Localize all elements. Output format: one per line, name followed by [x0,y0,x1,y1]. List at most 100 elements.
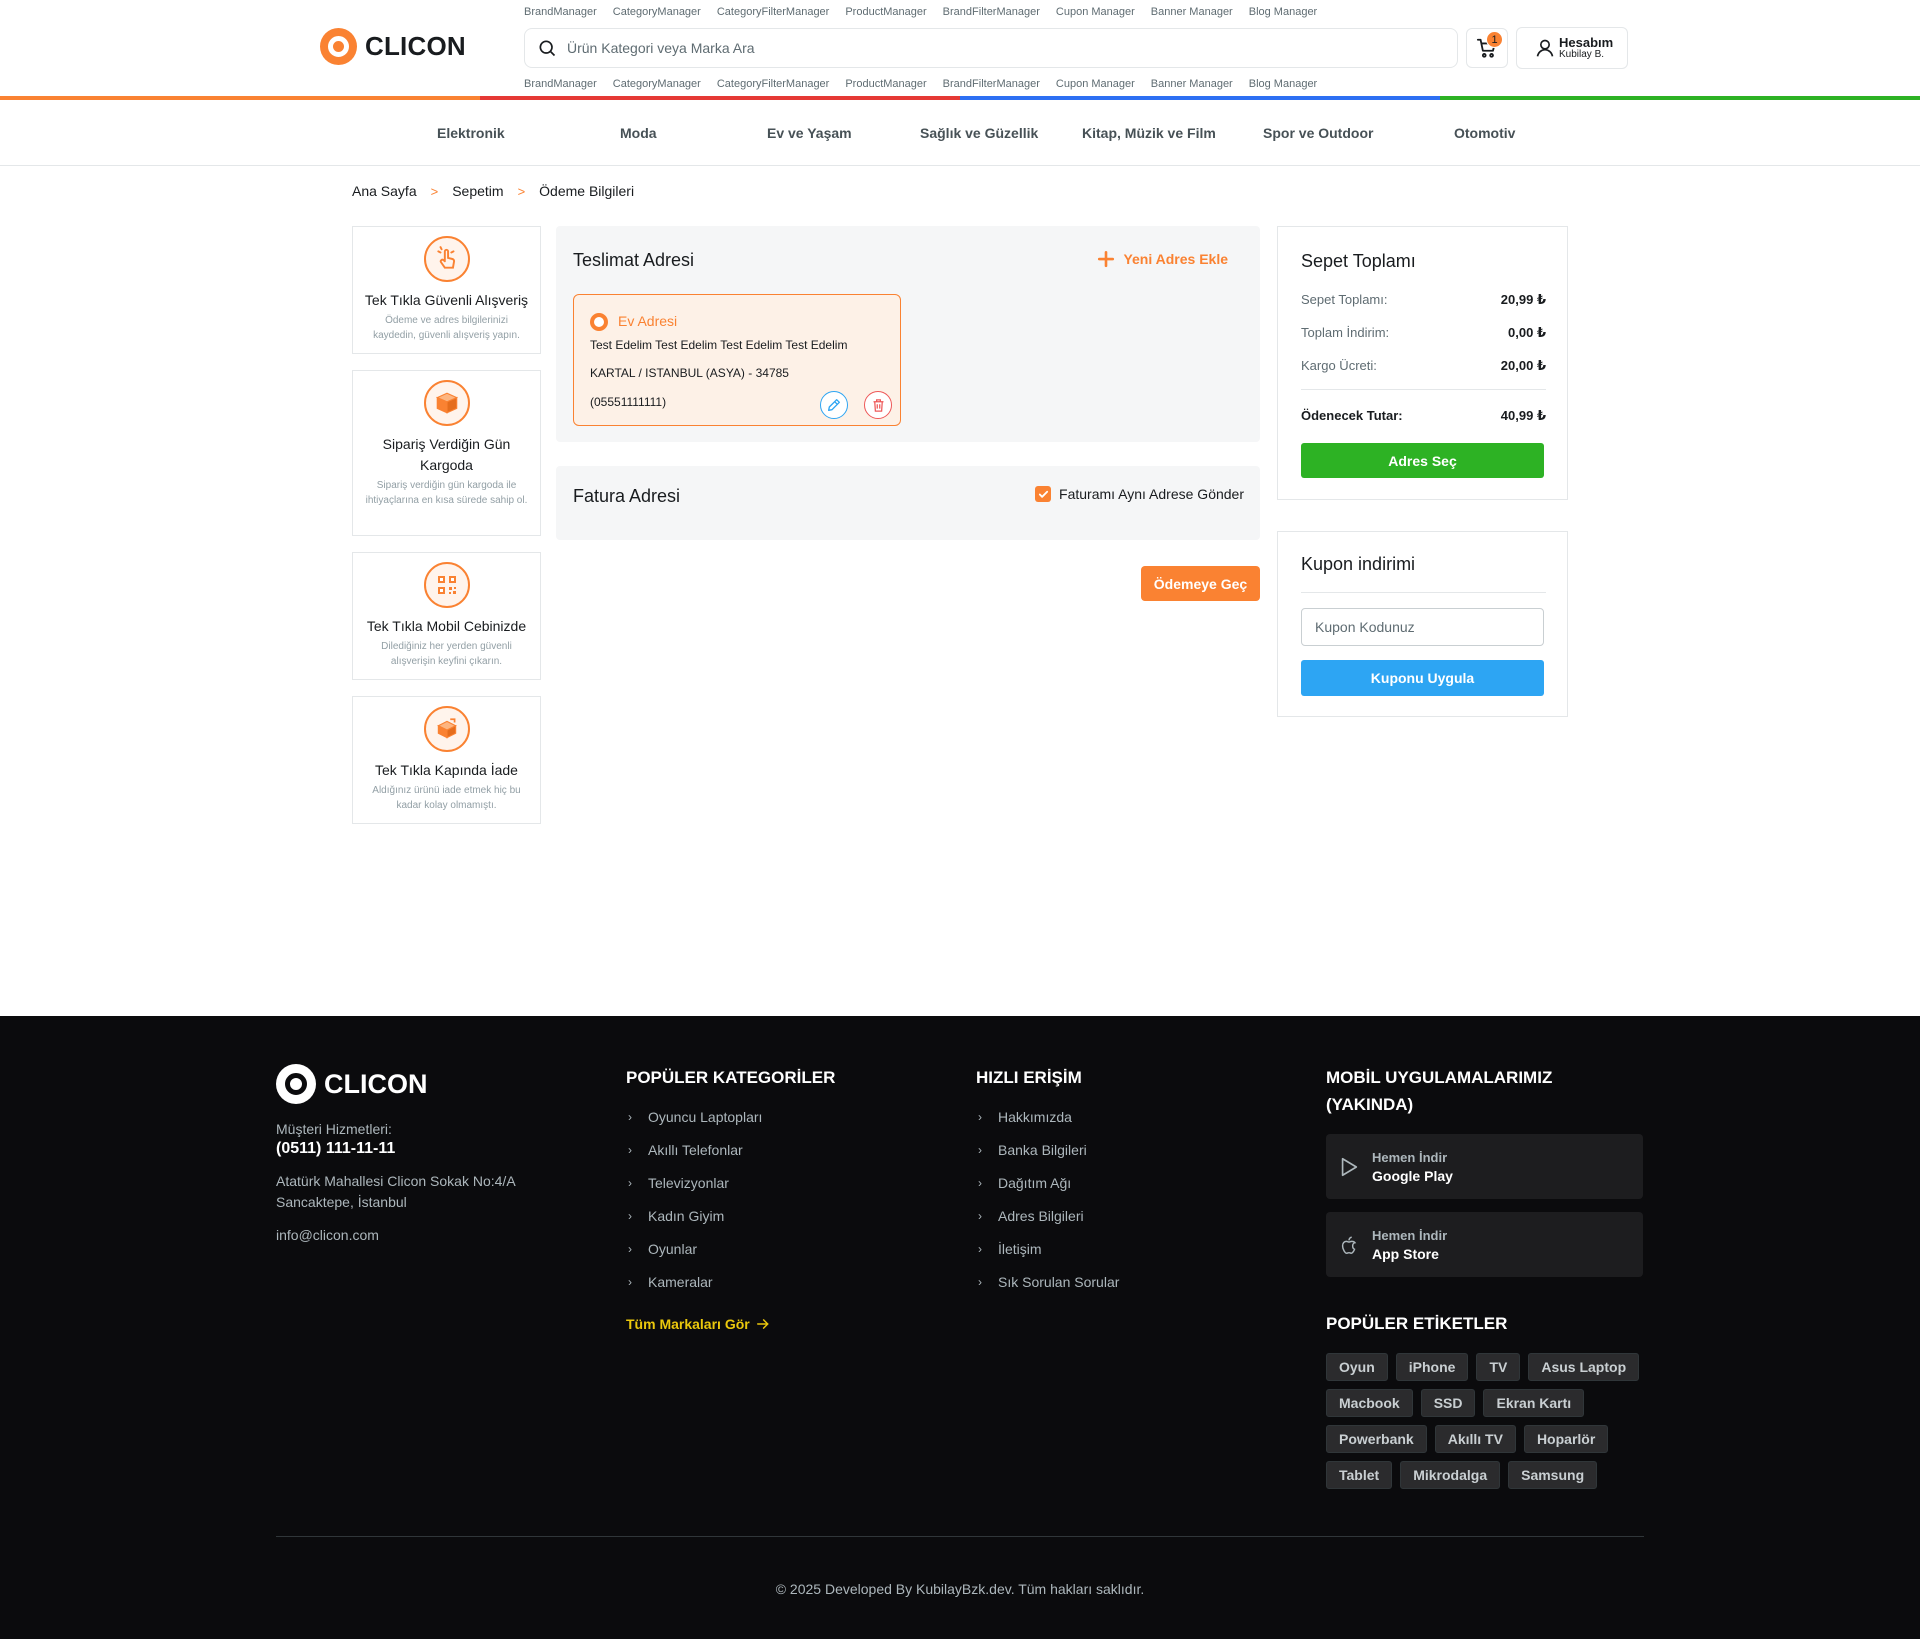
footer-link[interactable]: › Oyunlar [628,1232,762,1265]
tag-chip[interactable]: iPhone [1395,1353,1469,1381]
tag-chip[interactable]: Oyun [1326,1353,1388,1381]
tag-chip[interactable]: Tablet [1326,1461,1393,1489]
search-bar [524,28,1458,68]
chevron-right-icon: › [978,1208,982,1223]
logo-mark-icon [320,28,357,65]
tag-chip[interactable]: Akıllı TV [1434,1425,1516,1453]
google-play-button[interactable]: Hemen İndir Google Play [1326,1134,1643,1199]
admin-link-category[interactable]: CategoryManager [613,6,701,18]
category-saglik-ve-guzellik[interactable]: Sağlık ve Güzellik [920,125,1038,141]
category-kitap-muzik-film[interactable]: Kitap, Müzik ve Film [1082,125,1216,141]
summary-value: 20,00 ₺ [1500,358,1546,373]
admin-link-cupon[interactable]: Cupon Manager [1056,6,1135,18]
category-moda[interactable]: Moda [620,125,657,141]
feature-card-door-return: Tek Tıkla Kapında İade Aldığınız ürünü i… [352,696,541,824]
footer-link[interactable]: › Kadın Giyim [628,1199,762,1232]
edit-address-button[interactable] [820,391,848,419]
summary-value: 20,99 ₺ [1500,292,1546,307]
summary-value: 0,00 ₺ [1508,325,1546,340]
tag-chip[interactable]: Hoparlör [1523,1425,1609,1453]
feature-description: Ödeme ve adres bilgilerinizi kaydedin, g… [373,315,520,341]
admin-link-banner[interactable]: Banner Manager [1151,78,1233,90]
same-address-checkbox[interactable] [1035,486,1052,502]
category-elektronik[interactable]: Elektronik [437,125,505,141]
admin-link-category-filter[interactable]: CategoryFilterManager [717,78,830,90]
add-address-button[interactable]: Yeni Adres Ekle [1097,250,1228,268]
cart-button[interactable]: 1 [1466,28,1508,68]
apple-icon [1341,1235,1357,1254]
breadcrumb-cart[interactable]: Sepetim [452,183,503,199]
footer-link[interactable]: › Kameralar [628,1265,762,1298]
tag-chip[interactable]: Samsung [1508,1461,1598,1489]
admin-link-cupon[interactable]: Cupon Manager [1056,78,1135,90]
admin-link-banner[interactable]: Banner Manager [1151,6,1233,18]
all-brands-label: Tüm Markaları Gör [626,1316,750,1332]
cart-count-badge: 1 [1486,31,1503,48]
tag-chip[interactable]: TV [1476,1353,1521,1381]
summary-label: Sepet Toplamı: [1301,292,1388,307]
tag-chip[interactable]: Ekran Kartı [1483,1389,1585,1417]
category-ev-ve-yasam[interactable]: Ev ve Yaşam [767,125,852,141]
coupon-divider [1301,592,1546,593]
address-card[interactable]: Ev Adresi Test Edelim Test Edelim Test E… [573,294,901,426]
popular-categories-title: POPÜLER KATEGORİLER [626,1068,836,1087]
return-icon [423,706,470,752]
footer-link[interactable]: › Dağıtım Ağı [978,1166,1119,1199]
footer-link-label: Adres Bilgileri [998,1207,1084,1224]
same-address-checkbox-row[interactable]: Faturamı Aynı Adrese Gönder [1035,486,1244,502]
proceed-to-payment-button[interactable]: Ödemeye Geç [1141,566,1260,601]
admin-link-blog[interactable]: Blog Manager [1249,6,1318,18]
coupon-code-input[interactable] [1301,608,1544,646]
footer-link[interactable]: › İletişim [978,1232,1119,1265]
footer-link[interactable]: › Akıllı Telefonlar [628,1133,762,1166]
footer-link[interactable]: › Hakkımızda [978,1100,1119,1133]
admin-link-brand-filter[interactable]: BrandFilterManager [943,6,1040,18]
copyright-text: © 2025 Developed By KubilayBzk.dev. Tüm … [775,1581,1145,1597]
admin-link-product[interactable]: ProductManager [845,78,926,90]
select-address-button[interactable]: Adres Seç [1301,443,1544,478]
footer-link[interactable]: › Oyuncu Laptopları [628,1100,762,1133]
delete-address-button[interactable] [864,391,892,419]
chevron-right-icon: › [628,1274,632,1289]
all-brands-link[interactable]: Tüm Markaları Gör [626,1316,770,1332]
category-otomotiv[interactable]: Otomotiv [1454,125,1515,141]
category-nav: Elektronik Moda Ev ve Yaşam Sağlık ve Gü… [0,100,1920,166]
tag-chip[interactable]: SSD [1420,1389,1476,1417]
category-spor-ve-outdoor[interactable]: Spor ve Outdoor [1263,125,1373,141]
footer-link[interactable]: › Televizyonlar [628,1166,762,1199]
chevron-right-icon: › [978,1109,982,1124]
footer-link[interactable]: › Adres Bilgileri [978,1199,1119,1232]
breadcrumb-home[interactable]: Ana Sayfa [352,183,417,199]
chevron-right-icon: › [978,1274,982,1289]
tag-chip[interactable]: Powerbank [1326,1425,1427,1453]
footer-logo[interactable]: CLICON [276,1064,428,1104]
invoice-address-panel: Fatura Adresi Faturamı Aynı Adrese Gönde… [556,466,1260,540]
feature-description: Aldığınız ürünü iade etmek hiç bu kadar … [372,785,521,811]
footer-link-label: Oyunlar [648,1240,698,1257]
search-input[interactable] [567,40,1427,56]
popular-tags-title: POPÜLER ETİKETLER [1326,1314,1508,1333]
admin-link-brand[interactable]: BrandManager [524,6,597,18]
tag-chip[interactable]: Macbook [1326,1389,1413,1417]
brand-logo[interactable]: CLICON [320,28,466,65]
apply-coupon-button[interactable]: Kuponu Uygula [1301,660,1544,696]
admin-link-brand[interactable]: BrandManager [524,78,597,90]
admin-link-category[interactable]: CategoryManager [613,78,701,90]
footer-email[interactable]: info@clicon.com [276,1225,379,1246]
user-icon [1536,39,1554,57]
admin-link-brand-filter[interactable]: BrandFilterManager [943,78,1040,90]
app-store-button[interactable]: Hemen İndir App Store [1326,1212,1643,1277]
admin-link-product[interactable]: ProductManager [845,6,926,18]
footer-link[interactable]: › Banka Bilgileri [978,1133,1119,1166]
admin-link-blog[interactable]: Blog Manager [1249,78,1318,90]
tag-chip[interactable]: Mikrodalga [1400,1461,1501,1489]
brand-name: CLICON [365,31,466,61]
support-phone[interactable]: (0511) 111-11-11 [276,1140,395,1158]
tag-chip[interactable]: Asus Laptop [1528,1353,1640,1381]
address-radio[interactable] [590,313,608,331]
summary-total-label: Ödenecek Tutar: [1301,408,1403,423]
footer-link[interactable]: › Sık Sorulan Sorular [978,1265,1119,1298]
account-button[interactable]: Hesabım Kubilay B. [1516,27,1628,69]
admin-link-category-filter[interactable]: CategoryFilterManager [717,6,830,18]
feature-card-mobile: Tek Tıkla Mobil Cebinizde Dilediğiniz he… [352,552,541,680]
